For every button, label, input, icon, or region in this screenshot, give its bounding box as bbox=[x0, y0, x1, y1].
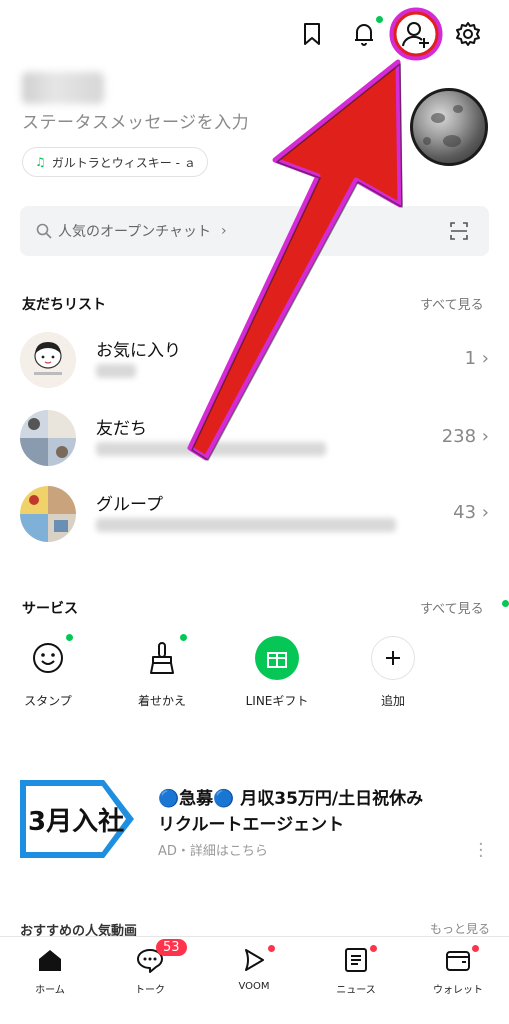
scan-icon[interactable] bbox=[449, 221, 469, 241]
groups-label: グループ bbox=[96, 495, 163, 515]
ad-title[interactable]: 🔵急募🔵 月収35万円/土日祝休み リクルートエージェント bbox=[158, 786, 488, 838]
tab-voom[interactable]: VOOM bbox=[214, 945, 294, 992]
recommended-more-link[interactable]: もっと見る bbox=[430, 920, 490, 937]
tab-wallet[interactable]: ウォレット bbox=[418, 945, 498, 996]
groups-sub-blurred bbox=[96, 518, 396, 532]
ad-more-icon[interactable]: · · · bbox=[478, 836, 484, 866]
service-gift[interactable]: LINEギフト bbox=[237, 636, 317, 709]
search-placeholder: 人気のオープンチャット bbox=[58, 224, 212, 240]
notification-dot bbox=[376, 16, 383, 23]
talk-unread-badge: 53 bbox=[156, 939, 187, 956]
ad-detail-link[interactable]: AD・詳細はこちら bbox=[158, 840, 268, 859]
service-themes[interactable]: 着せかえ bbox=[122, 634, 202, 709]
service-gift-label: LINEギフト bbox=[245, 694, 309, 708]
profile-avatar[interactable] bbox=[410, 88, 488, 166]
gift-icon bbox=[255, 636, 299, 680]
bookmark-icon[interactable] bbox=[294, 16, 330, 52]
status-message[interactable]: ステータスメッセージを入力 bbox=[22, 108, 249, 133]
open-chat-search[interactable]: 人気のオープンチャット › bbox=[20, 206, 489, 256]
plus-icon bbox=[371, 636, 415, 680]
favorites-sub-blurred bbox=[96, 364, 136, 378]
services-new-dot bbox=[502, 600, 509, 607]
music-note-icon: ♫ bbox=[35, 155, 46, 169]
groups-count: 43 › bbox=[453, 502, 489, 523]
friends-row[interactable]: 友だち 238 › bbox=[20, 410, 489, 470]
friends-see-all-link[interactable]: すべて見る bbox=[420, 294, 484, 313]
service-stickers-label: スタンプ bbox=[24, 694, 72, 708]
groups-avatar bbox=[20, 486, 76, 542]
profile-name-blurred[interactable] bbox=[22, 72, 104, 104]
chevron-right-icon: › bbox=[221, 223, 227, 239]
voom-icon bbox=[214, 945, 294, 975]
groups-row[interactable]: グループ 43 › bbox=[20, 486, 489, 546]
tab-talk[interactable]: 53 トーク bbox=[110, 939, 190, 996]
ad-banner-image[interactable]: 3月入社 bbox=[20, 780, 134, 858]
favorites-count: 1 › bbox=[464, 348, 489, 369]
favorites-avatar bbox=[20, 332, 76, 388]
friends-sub-blurred bbox=[96, 442, 326, 456]
services-see-all-link[interactable]: すべて見る bbox=[420, 598, 484, 617]
brush-icon bbox=[140, 634, 187, 680]
friends-section-title: 友だちリスト bbox=[22, 297, 106, 313]
ad-banner-text: 3月入社 bbox=[28, 806, 124, 837]
wallet-icon bbox=[418, 945, 498, 975]
favorites-label: お気に入り bbox=[96, 341, 181, 361]
tab-news[interactable]: ニュース bbox=[316, 945, 396, 996]
bottom-tab-bar: ホーム 53 トーク VOOM ニュース ウォレット bbox=[0, 936, 509, 1024]
add-friend-icon[interactable] bbox=[398, 16, 434, 52]
service-add-label: 追加 bbox=[380, 694, 405, 708]
friends-avatar bbox=[20, 410, 76, 466]
bell-icon[interactable] bbox=[346, 16, 383, 52]
friends-label: 友だち bbox=[96, 419, 147, 439]
talk-icon: 53 bbox=[110, 939, 190, 975]
music-title: ガルトラとウィスキー - ａ bbox=[51, 155, 196, 170]
favorites-row[interactable]: お気に入り 1 › bbox=[20, 332, 489, 392]
news-icon bbox=[316, 945, 396, 975]
service-add[interactable]: 追加 bbox=[353, 636, 433, 709]
profile-music-chip[interactable]: ♫ ガルトラとウィスキー - ａ bbox=[22, 147, 208, 177]
service-themes-label: 着せかえ bbox=[137, 694, 186, 708]
home-icon bbox=[10, 945, 90, 975]
tab-home[interactable]: ホーム bbox=[10, 945, 90, 996]
service-stickers[interactable]: スタンプ bbox=[8, 634, 88, 709]
services-section-title: サービス bbox=[22, 601, 78, 617]
gear-icon[interactable] bbox=[450, 16, 486, 52]
friends-count: 238 › bbox=[441, 426, 489, 447]
search-icon bbox=[36, 223, 52, 239]
smile-icon bbox=[26, 634, 73, 680]
